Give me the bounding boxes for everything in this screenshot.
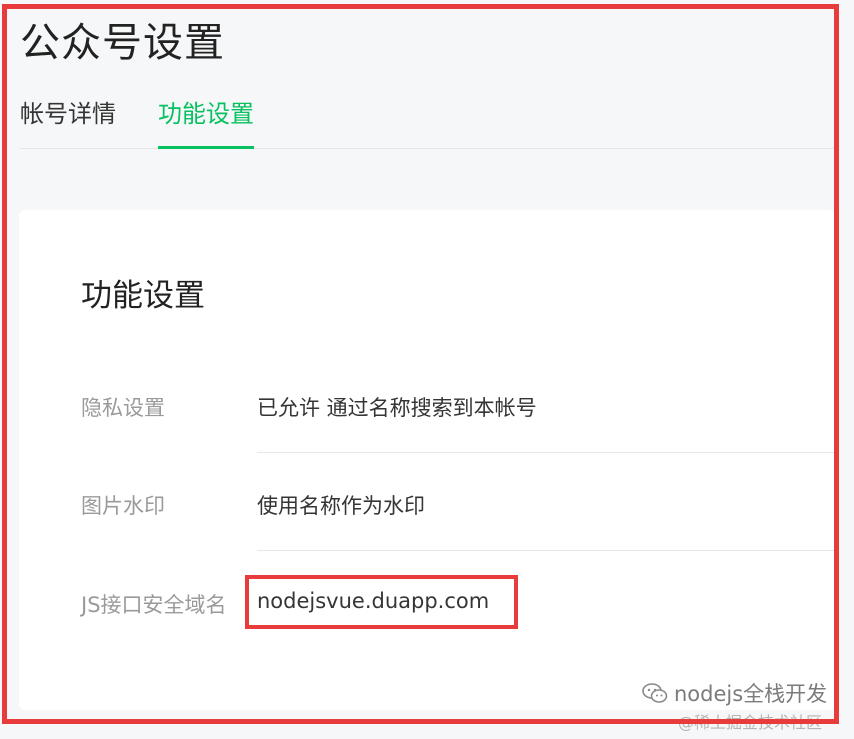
tab-bar: 帐号详情 功能设置 [20,96,835,149]
card-title: 功能设置 [81,278,205,314]
tab-account-details[interactable]: 帐号详情 [20,96,116,148]
watermark: nodejs全栈开发 [642,678,827,708]
wechat-icon [642,683,668,703]
row-divider [257,550,835,551]
tab-feature-settings[interactable]: 功能设置 [158,96,254,149]
image-watermark-label: 图片水印 [81,494,165,518]
feature-settings-card: 功能设置 隐私设置 已允许 通过名称搜索到本帐号 图片水印 使用名称作为水印 J… [19,210,835,710]
privacy-settings-value: 已允许 通过名称搜索到本帐号 [257,396,537,420]
active-tab-indicator [158,146,254,149]
js-domain-label: JS接口安全域名 [81,593,227,617]
tab-feature-settings-label: 功能设置 [158,100,254,128]
watermark-text: nodejs全栈开发 [674,682,828,706]
page-title: 公众号设置 [20,20,225,66]
image-watermark-value: 使用名称作为水印 [257,494,425,518]
tab-account-details-label: 帐号详情 [20,100,116,128]
row-divider [257,452,835,453]
js-domain-value: nodejsvue.duapp.com [257,589,490,613]
watermark-subtext: @稀土掘金技术社区 [678,713,823,732]
privacy-settings-label: 隐私设置 [81,396,165,420]
